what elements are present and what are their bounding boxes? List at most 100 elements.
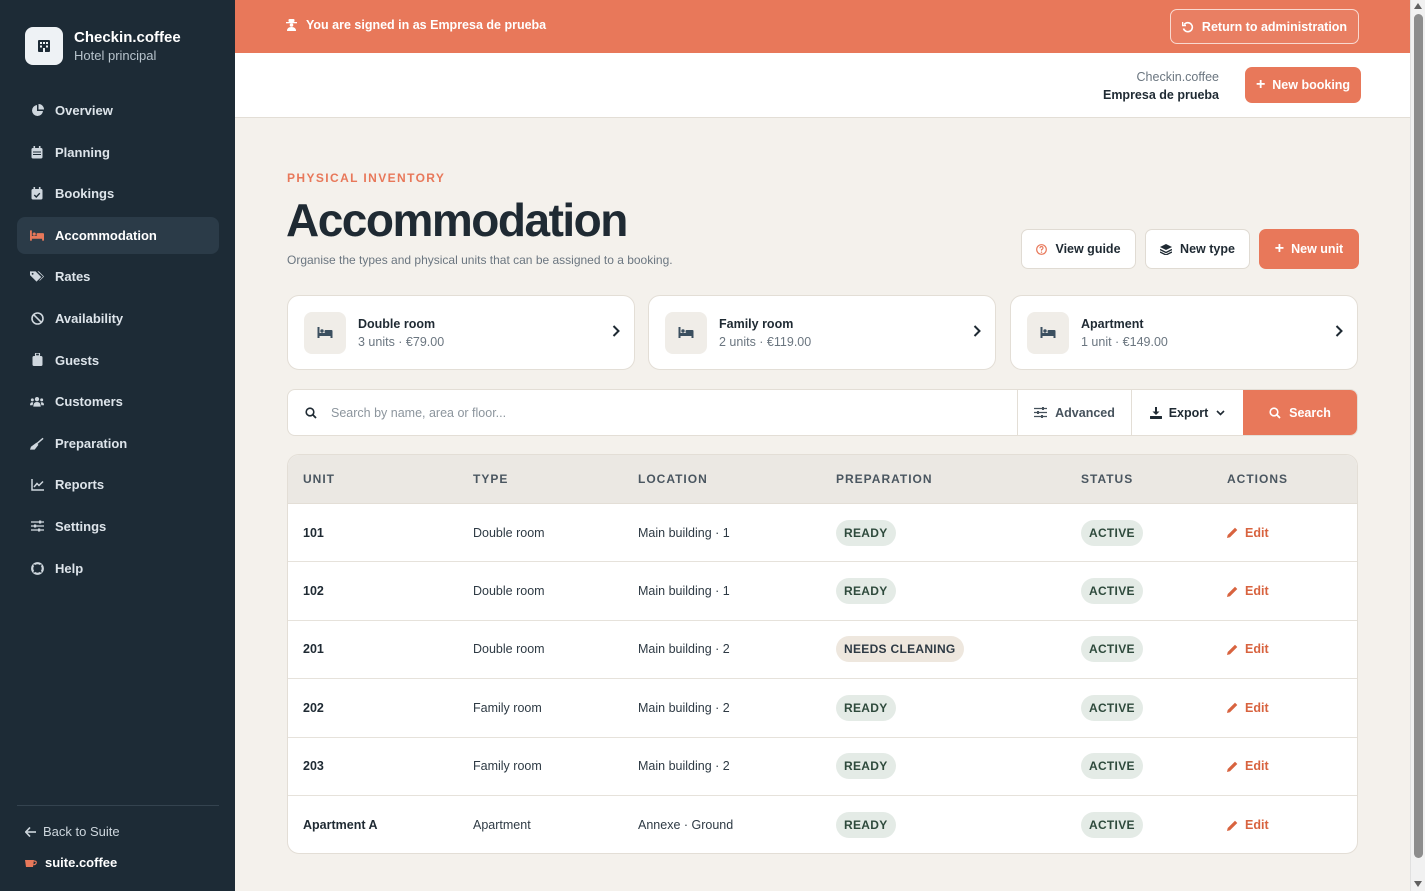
status-badge: ACTIVE [1081, 694, 1143, 721]
view-guide-button[interactable]: View guide [1021, 229, 1136, 269]
unit-type: Double room [473, 642, 545, 657]
type-meta: 2 units · €119.00 [719, 334, 812, 349]
brand[interactable]: Checkin.coffee Hotel principal [25, 27, 181, 65]
sidebar-item-overview[interactable]: Overview [17, 92, 219, 129]
bed-icon [30, 228, 44, 242]
type-name: Apartment [1081, 316, 1144, 331]
table-header: UNIT TYPE LOCATION PREPARATION STATUS AC… [288, 455, 1357, 504]
edit-button[interactable]: Edit [1227, 701, 1269, 715]
brand-subtitle: Hotel principal [74, 48, 157, 63]
sidebar-item-planning[interactable]: Planning [17, 134, 219, 171]
advanced-label: Advanced [1055, 405, 1115, 420]
new-type-label: New type [1180, 242, 1235, 256]
edit-button[interactable]: Edit [1227, 642, 1269, 656]
sidebar-item-guests[interactable]: Guests [17, 342, 219, 379]
edit-button[interactable]: Edit [1227, 818, 1269, 832]
sidebar-item-preparation[interactable]: Preparation [17, 425, 219, 462]
calendar-icon [30, 145, 44, 159]
bed-icon [665, 311, 707, 354]
type-card-family-room[interactable]: Family room 2 units · €119.00 [648, 295, 996, 370]
sidebar-item-customers[interactable]: Customers [17, 383, 219, 420]
sidebar-item-accommodation[interactable]: Accommodation [17, 216, 219, 254]
table-row: 101 Double room Main building · 1 READY … [288, 504, 1357, 563]
suitcase-icon [30, 353, 44, 367]
layers-icon [1160, 243, 1173, 255]
sidebar-item-help[interactable]: Help [17, 550, 219, 587]
unit-name: 101 [303, 525, 324, 540]
page-scrollbar[interactable] [1410, 0, 1425, 891]
column-header-location[interactable]: LOCATION [638, 472, 708, 486]
top-header: Checkin.coffee Empresa de prueba + New b… [235, 53, 1410, 118]
coffee-cup-icon [25, 858, 37, 868]
search-icon [1269, 406, 1281, 419]
edit-label: Edit [1245, 818, 1269, 833]
banner-message: You are signed in as Empresa de prueba [286, 18, 546, 32]
suite-brand[interactable]: suite.coffee [25, 855, 117, 870]
scroll-down-icon[interactable] [1414, 881, 1422, 887]
new-unit-button[interactable]: + New unit [1259, 229, 1359, 269]
column-header-preparation[interactable]: PREPARATION [836, 472, 933, 486]
table-row: 202 Family room Main building · 2 READY … [288, 679, 1357, 738]
scrollbar-thumb[interactable] [1414, 14, 1423, 858]
new-booking-label: New booking [1272, 78, 1351, 92]
sidebar-item-reports[interactable]: Reports [17, 466, 219, 503]
sidebar-item-availability[interactable]: Availability [17, 300, 219, 337]
chevron-down-icon [1216, 409, 1225, 416]
impersonation-banner: You are signed in as Empresa de prueba R… [235, 0, 1410, 53]
unit-name: 203 [303, 759, 324, 774]
edit-label: Edit [1245, 584, 1269, 599]
column-header-status[interactable]: STATUS [1081, 472, 1133, 486]
search-button[interactable]: Search [1243, 390, 1357, 435]
search-field [288, 390, 1017, 435]
pencil-icon [1227, 527, 1238, 539]
edit-button[interactable]: Edit [1227, 759, 1269, 773]
undo-icon [1181, 21, 1194, 33]
arrow-left-icon [25, 826, 36, 837]
type-card-apartment[interactable]: Apartment 1 unit · €149.00 [1010, 295, 1358, 370]
status-badge: ACTIVE [1081, 753, 1143, 780]
export-dropdown[interactable]: Export [1131, 390, 1243, 435]
plus-icon: + [1255, 76, 1266, 93]
sidebar-item-label: Availability [55, 310, 124, 326]
table-row: Apartment A Apartment Annexe · Ground RE… [288, 796, 1357, 853]
advanced-filter-button[interactable]: Advanced [1017, 390, 1131, 435]
column-header-unit[interactable]: UNIT [303, 472, 335, 486]
sidebar-item-label: Help [55, 560, 84, 576]
view-guide-label: View guide [1055, 242, 1121, 256]
sidebar-item-bookings[interactable]: Bookings [17, 175, 219, 212]
sidebar-item-label: Overview [55, 103, 113, 118]
back-to-suite-link[interactable]: Back to Suite [25, 824, 120, 839]
scroll-up-icon[interactable] [1414, 3, 1422, 9]
sliders-icon [1034, 407, 1048, 418]
sliders-icon [30, 519, 44, 533]
sidebar-item-rates[interactable]: Rates [17, 258, 219, 295]
life-ring-icon [30, 561, 44, 575]
return-to-administration-button[interactable]: Return to administration [1170, 9, 1359, 44]
status-badge: ACTIVE [1081, 519, 1143, 546]
sidebar-item-label: Planning [55, 144, 110, 160]
page-subtitle: Organise the types and physical units th… [287, 253, 673, 267]
account-app-name: Checkin.coffee [1136, 70, 1219, 84]
sidebar-item-settings[interactable]: Settings [17, 508, 219, 545]
preparation-badge: READY [836, 812, 896, 839]
search-label: Search [1289, 405, 1331, 420]
banner-message-text: You are signed in as Empresa de prueba [306, 18, 547, 32]
pencil-icon [1227, 644, 1238, 655]
new-type-button[interactable]: New type [1145, 229, 1250, 269]
edit-button[interactable]: Edit [1227, 584, 1269, 598]
broom-icon [30, 436, 44, 450]
type-card-double-room[interactable]: Double room 3 units · €79.00 [287, 295, 635, 370]
edit-button[interactable]: Edit [1227, 526, 1269, 540]
sidebar-item-label: Bookings [55, 186, 115, 202]
plus-icon: + [1274, 240, 1285, 257]
sidebar-item-label: Guests [55, 352, 100, 368]
column-header-type[interactable]: TYPE [473, 472, 508, 486]
page-eyebrow: PHYSICAL INVENTORY [287, 171, 446, 185]
question-circle-icon [1036, 243, 1048, 255]
search-input[interactable] [331, 405, 931, 420]
unit-location: Main building · 1 [638, 525, 730, 540]
unit-type: Apartment [473, 818, 531, 833]
table-row: 201 Double room Main building · 2 NEEDS … [288, 621, 1357, 680]
new-booking-button[interactable]: + New booking [1245, 67, 1361, 103]
column-header-actions: ACTIONS [1227, 472, 1288, 486]
